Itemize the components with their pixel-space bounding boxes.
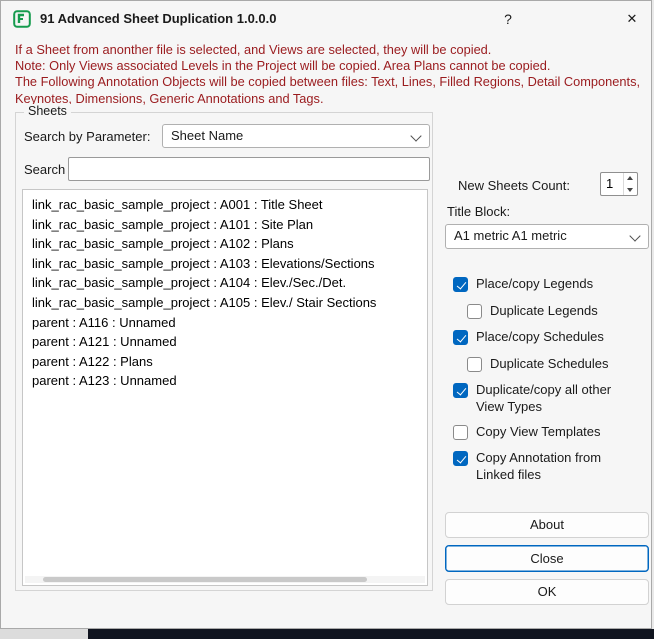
list-item[interactable]: parent : A123 : Unnamed bbox=[23, 371, 427, 391]
list-item[interactable]: link_rac_basic_sample_project : A102 : P… bbox=[23, 234, 427, 254]
checkbox-duplicate-legends[interactable]: Duplicate Legends bbox=[467, 303, 647, 320]
new-sheets-count-label: New Sheets Count: bbox=[458, 178, 571, 193]
checkbox-label: Duplicate Legends bbox=[490, 303, 598, 318]
sheet-list-items: link_rac_basic_sample_project : A001 : T… bbox=[23, 190, 427, 391]
checkbox-icon[interactable] bbox=[453, 277, 468, 292]
list-item[interactable]: link_rac_basic_sample_project : A105 : E… bbox=[23, 293, 427, 313]
checkbox-icon[interactable] bbox=[453, 425, 468, 440]
checkbox-label: Duplicate Schedules bbox=[490, 356, 609, 371]
stepper-up-icon[interactable] bbox=[624, 173, 637, 184]
about-button[interactable]: About bbox=[445, 512, 649, 538]
chevron-down-icon bbox=[410, 130, 422, 142]
search-parameter-value: Sheet Name bbox=[171, 128, 244, 143]
checkbox-duplicate-copy-all-other-view-types[interactable]: Duplicate/copy all other View Types bbox=[453, 382, 631, 415]
sheet-list[interactable]: link_rac_basic_sample_project : A001 : T… bbox=[22, 189, 428, 586]
app-icon bbox=[13, 10, 31, 28]
taskbar-edge bbox=[88, 629, 654, 639]
search-by-parameter-label: Search by Parameter: bbox=[24, 129, 151, 144]
checkbox-place-copy-schedules[interactable]: Place/copy Schedules bbox=[453, 329, 643, 346]
list-item[interactable]: link_rac_basic_sample_project : A001 : T… bbox=[23, 195, 427, 215]
advanced-sheet-duplication-dialog: 91 Advanced Sheet Duplication 1.0.0.0 ? … bbox=[0, 0, 652, 629]
title-block-value: A1 metric A1 metric bbox=[454, 228, 567, 243]
search-parameter-dropdown[interactable]: Sheet Name bbox=[162, 124, 430, 148]
checkbox-icon[interactable] bbox=[467, 357, 482, 372]
close-button[interactable]: Close bbox=[445, 545, 649, 572]
warning-line-3: The Following Annotation Objects will be… bbox=[15, 74, 641, 106]
checkbox-icon[interactable] bbox=[453, 330, 468, 345]
checkbox-duplicate-schedules[interactable]: Duplicate Schedules bbox=[467, 356, 647, 373]
list-item[interactable]: parent : A122 : Plans bbox=[23, 352, 427, 372]
horizontal-scrollbar[interactable] bbox=[25, 576, 425, 583]
ok-button[interactable]: OK bbox=[445, 579, 649, 605]
stepper-down-icon[interactable] bbox=[624, 184, 637, 195]
checkbox-copy-annotation-from-linked-files[interactable]: Copy Annotation from Linked files bbox=[453, 450, 631, 483]
sheets-groupbox: Sheets Search by Parameter: Sheet Name S… bbox=[15, 104, 433, 591]
stepper-arrows bbox=[623, 173, 637, 195]
title-bar: 91 Advanced Sheet Duplication 1.0.0.0 ? … bbox=[1, 1, 651, 37]
desktop-edge-strip bbox=[0, 629, 654, 639]
checkbox-label: Place/copy Legends bbox=[476, 276, 594, 291]
warning-line-2: Note: Only Views associated Levels in th… bbox=[15, 58, 551, 74]
checkbox-label: Copy Annotation from Linked files bbox=[476, 450, 602, 482]
list-item[interactable]: link_rac_basic_sample_project : A101 : S… bbox=[23, 215, 427, 235]
list-item[interactable]: link_rac_basic_sample_project : A104 : E… bbox=[23, 273, 427, 293]
checkbox-copy-view-templates[interactable]: Copy View Templates bbox=[453, 424, 643, 441]
warning-text-block: If a Sheet from anonther file is selecte… bbox=[15, 42, 643, 107]
checkbox-icon[interactable] bbox=[453, 451, 468, 466]
new-sheets-count-stepper[interactable]: 1 bbox=[600, 172, 638, 196]
title-block-label: Title Block: bbox=[447, 204, 511, 219]
title-block-dropdown[interactable]: A1 metric A1 metric bbox=[445, 224, 649, 249]
checkbox-icon[interactable] bbox=[453, 383, 468, 398]
list-item[interactable]: link_rac_basic_sample_project : A103 : E… bbox=[23, 254, 427, 274]
warning-line-1: If a Sheet from anonther file is selecte… bbox=[15, 42, 492, 57]
sheets-group-label: Sheets bbox=[24, 104, 71, 118]
list-item[interactable]: parent : A121 : Unnamed bbox=[23, 332, 427, 352]
horizontal-scrollbar-thumb[interactable] bbox=[43, 577, 367, 582]
new-sheets-count-value: 1 bbox=[606, 176, 614, 191]
checkbox-place-copy-legends[interactable]: Place/copy Legends bbox=[453, 276, 643, 293]
search-label: Search bbox=[24, 162, 66, 177]
window-title: 91 Advanced Sheet Duplication 1.0.0.0 bbox=[40, 11, 277, 26]
help-button[interactable]: ? bbox=[491, 1, 525, 37]
checkbox-label: Copy View Templates bbox=[476, 424, 601, 439]
checkbox-icon[interactable] bbox=[467, 304, 482, 319]
close-window-icon[interactable]: ✕ bbox=[615, 1, 649, 37]
list-item[interactable]: parent : A116 : Unnamed bbox=[23, 313, 427, 333]
chevron-down-icon bbox=[629, 230, 641, 242]
checkbox-label: Duplicate/copy all other View Types bbox=[476, 382, 612, 414]
search-input[interactable] bbox=[68, 157, 430, 181]
checkbox-label: Place/copy Schedules bbox=[476, 329, 604, 344]
